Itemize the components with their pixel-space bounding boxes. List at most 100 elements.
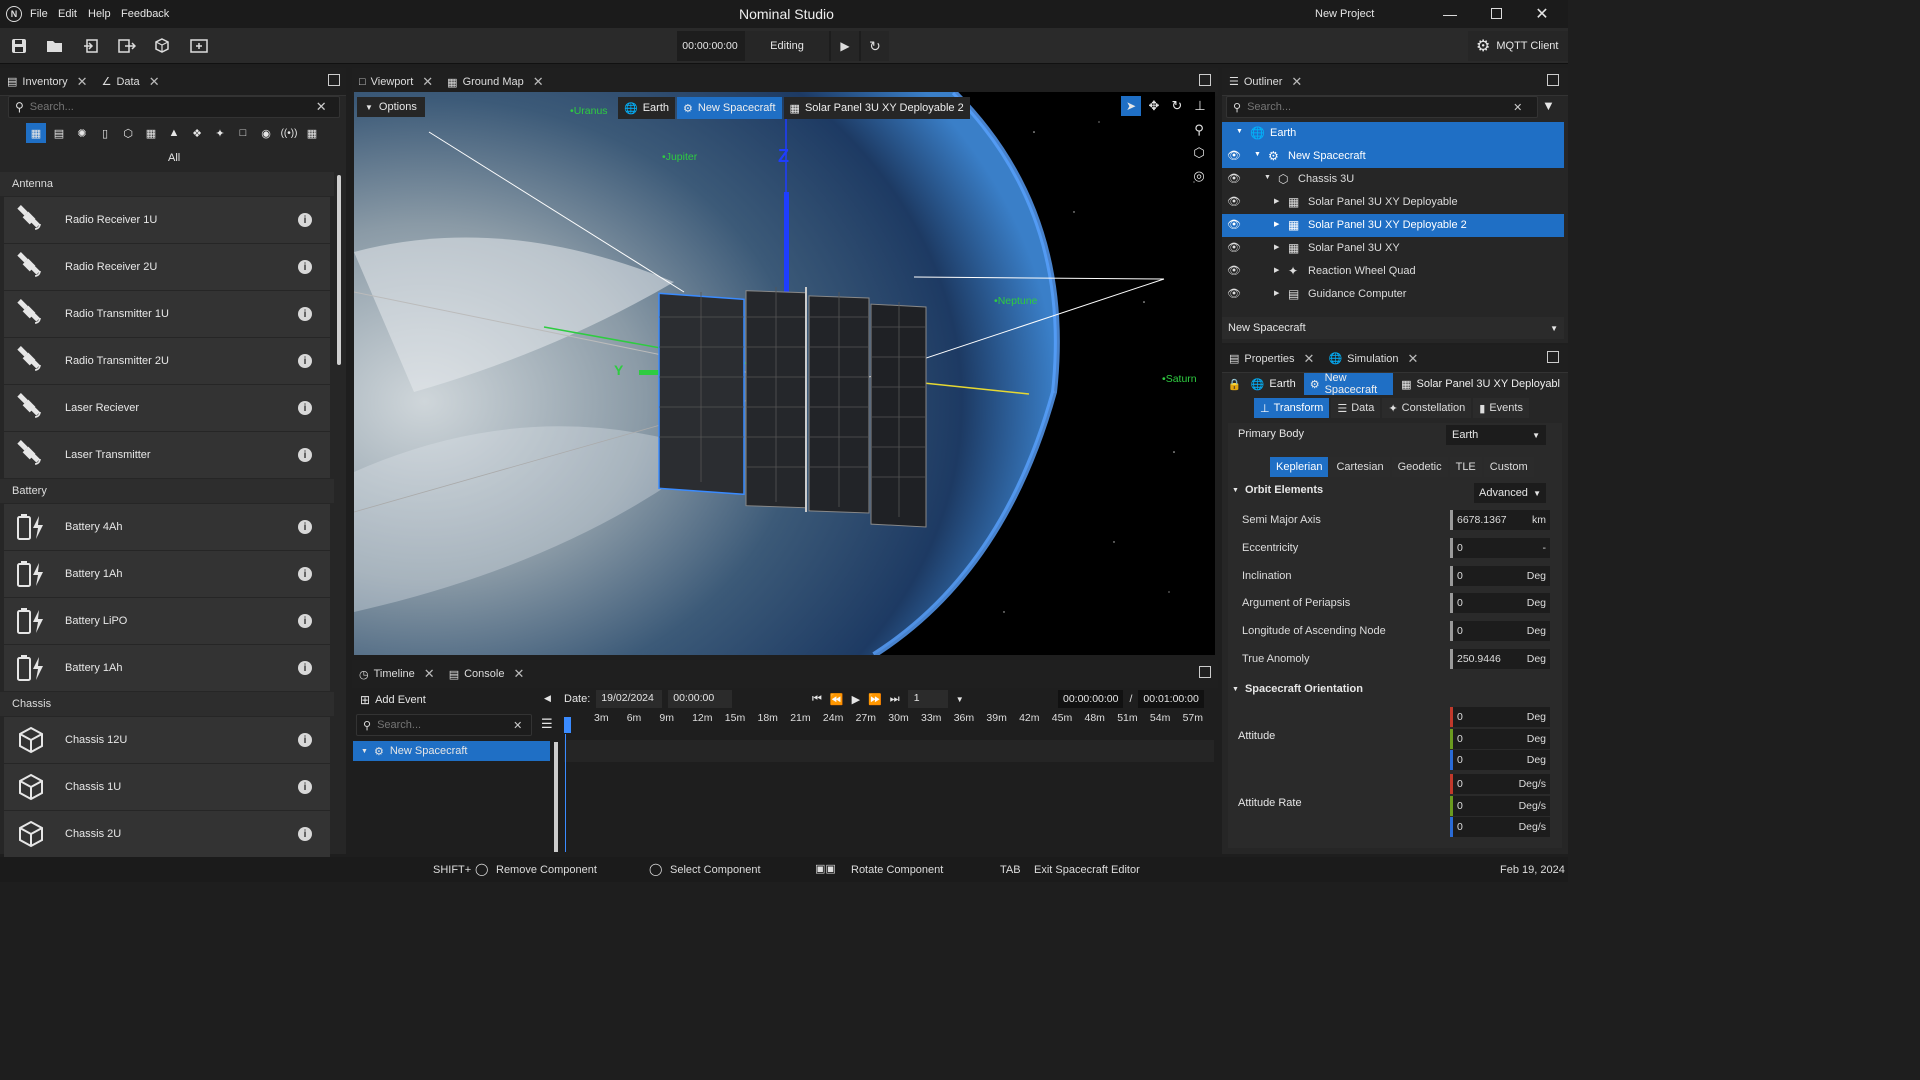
speed-dropdown-icon[interactable]: ▼ [956, 695, 964, 704]
tab-data[interactable]: ∠ Data ✕ [95, 68, 167, 96]
inventory-item[interactable]: Laser Reciever i [4, 385, 330, 431]
play-icon[interactable]: ▶ [831, 31, 859, 61]
spacecraft-model[interactable] [658, 287, 927, 528]
menu-feedback[interactable]: Feedback [121, 8, 169, 20]
menu-edit[interactable]: Edit [58, 8, 77, 20]
orientation-header[interactable]: ▼ Spacecraft Orientation [1232, 683, 1363, 695]
tab-inventory[interactable]: ▤ Inventory ✕ [0, 68, 95, 96]
export-icon[interactable] [112, 31, 142, 61]
orbit-tab-custom[interactable]: Custom [1483, 457, 1534, 477]
subtab-transform[interactable]: ⊥ Transform [1254, 398, 1330, 418]
inventory-item[interactable]: Laser Transmitter i [4, 432, 330, 478]
reset-icon[interactable]: ↻ [861, 31, 889, 61]
info-icon[interactable]: i [298, 401, 312, 415]
breadcrumb-earth[interactable]: 🌐 Earth [618, 97, 675, 119]
inventory-item[interactable]: Battery 4Ah i [4, 504, 330, 550]
filter-square-icon[interactable]: □ [233, 123, 253, 143]
minimize-icon[interactable]: — [1440, 4, 1460, 24]
timeline-search[interactable]: ⚲ ✕ [356, 714, 532, 736]
close-icon[interactable]: ✕ [1408, 351, 1419, 367]
tree-item[interactable]: 👁 ▼ ⬡ Chassis 3U [1222, 168, 1564, 191]
skip-end-icon[interactable]: ⏭ [890, 693, 900, 706]
field-input[interactable]: 0 Deg [1450, 565, 1550, 586]
time-field[interactable]: 00:00:00 [668, 690, 733, 708]
visibility-eye-icon[interactable]: 👁 [1227, 218, 1241, 231]
attitude-field[interactable]: 0 Deg [1450, 707, 1550, 727]
outliner-search[interactable]: ⚲ ✕ [1226, 96, 1538, 118]
planet-label-uranus[interactable]: •Uranus [570, 105, 608, 117]
visibility-eye-icon[interactable]: 👁 [1227, 172, 1241, 185]
timeline-item-spacecraft[interactable]: ▼ ⚙ New Spacecraft [353, 741, 550, 761]
filter-signal-icon[interactable]: ((•)) [279, 123, 299, 143]
rate-field[interactable]: 0 Deg/s [1450, 795, 1550, 816]
orbit-tab-cartesian[interactable]: Cartesian [1330, 457, 1390, 477]
mqtt-client-button[interactable]: ⚙ MQTT Client [1468, 31, 1568, 61]
info-icon[interactable]: i [298, 354, 312, 368]
add-tab-icon[interactable] [1199, 666, 1211, 678]
inventory-item[interactable]: Chassis 1U i [4, 764, 330, 810]
orbit-mode-select[interactable]: Advanced ▼ [1474, 483, 1546, 503]
inventory-item[interactable]: Radio Transmitter 1U i [4, 291, 330, 337]
filter-computer-icon[interactable]: ▦ [141, 123, 161, 143]
select-tool-icon[interactable]: ➤ [1121, 96, 1141, 116]
close-icon[interactable]: ✕ [1304, 351, 1315, 367]
info-icon[interactable]: i [298, 614, 312, 628]
inventory-item[interactable]: Radio Transmitter 2U i [4, 338, 330, 384]
add-panel-icon[interactable] [184, 31, 214, 61]
breadcrumb-earth[interactable]: 🌐 Earth [1244, 373, 1302, 395]
inventory-search[interactable]: ⚲ ✕ [8, 96, 340, 118]
planet-label-jupiter[interactable]: •Jupiter [662, 151, 697, 163]
timeline-search-input[interactable] [377, 719, 508, 731]
filter-battery-icon[interactable]: ▯ [95, 123, 115, 143]
filter-camera-icon[interactable]: ◉ [256, 123, 276, 143]
inventory-item[interactable]: Battery LiPO i [4, 598, 330, 644]
menu-help[interactable]: Help [88, 8, 111, 20]
outliner-search-input[interactable] [1247, 101, 1508, 113]
info-icon[interactable]: i [298, 520, 312, 534]
tab-simulation[interactable]: 🌐 Simulation ✕ [1321, 345, 1425, 373]
subtab-constellation[interactable]: ✦ Constellation [1382, 398, 1472, 418]
rewind-icon[interactable]: ⏪ [830, 693, 844, 706]
rotate-tool-icon[interactable]: ↻ [1167, 96, 1187, 116]
orbit-tab-tle[interactable]: TLE [1449, 457, 1482, 477]
caret-right-icon[interactable]: ▶ [1274, 197, 1279, 205]
caret-right-icon[interactable]: ▶ [1274, 220, 1279, 228]
inventory-item[interactable]: Radio Receiver 2U i [4, 244, 330, 290]
info-icon[interactable]: i [298, 567, 312, 581]
clear-icon[interactable]: ✕ [513, 719, 522, 732]
3d-scene[interactable]: ▼ Options 🌐 Earth ⚙ New Spacecraft ▦ Solar … [354, 92, 1215, 655]
filter-chassis-icon[interactable]: ⬡ [118, 123, 138, 143]
list-view-icon[interactable]: ☰ [541, 716, 553, 732]
speed-field[interactable]: 1 [907, 690, 948, 708]
tab-console[interactable]: ▤ Console ✕ [442, 660, 532, 688]
visibility-eye-icon[interactable]: 👁 [1227, 287, 1241, 300]
info-icon[interactable]: i [298, 733, 312, 747]
menu-file[interactable]: File [30, 8, 48, 20]
tree-item[interactable]: 👁 ▶ ▦ Solar Panel 3U XY Deployable [1222, 191, 1564, 214]
caret-right-icon[interactable]: ▶ [1274, 266, 1279, 274]
add-tab-icon[interactable] [1547, 351, 1559, 363]
tree-item[interactable]: ▼ 🌐 Earth [1222, 122, 1564, 145]
add-tab-icon[interactable] [1199, 74, 1211, 86]
timeline-splitter[interactable] [554, 742, 558, 852]
view-cube-icon[interactable]: ⬡ [1189, 143, 1209, 163]
filter-rocket-icon[interactable]: ▲ [164, 123, 184, 143]
tree-item[interactable]: 👁 ▶ ▦ Solar Panel 3U XY [1222, 237, 1564, 260]
inventory-item[interactable]: Battery 1Ah i [4, 551, 330, 597]
playhead[interactable] [564, 717, 571, 733]
info-icon[interactable]: i [298, 307, 312, 321]
import-icon[interactable] [76, 31, 106, 61]
axes-tool-icon[interactable]: ⊥ [1190, 96, 1210, 116]
zoom-icon[interactable]: ⚲ [1189, 120, 1209, 140]
filter-icon[interactable]: ▼ [1542, 98, 1555, 113]
close-icon[interactable]: ✕ [422, 74, 433, 90]
play-icon[interactable]: ▶ [852, 693, 860, 706]
filter-data-icon[interactable]: ▤ [49, 123, 69, 143]
field-input[interactable]: 0- [1450, 537, 1550, 558]
attitude-field[interactable]: 0 Deg [1450, 728, 1550, 749]
info-icon[interactable]: i [298, 260, 312, 274]
planet-label-neptune[interactable]: •Neptune [994, 295, 1037, 307]
subtab-data[interactable]: ☰ Data [1331, 398, 1381, 418]
breadcrumb-solar-panel[interactable]: ▦ Solar Panel 3U XY Deployabl [1395, 373, 1566, 395]
visibility-eye-icon[interactable]: 👁 [1227, 195, 1241, 208]
